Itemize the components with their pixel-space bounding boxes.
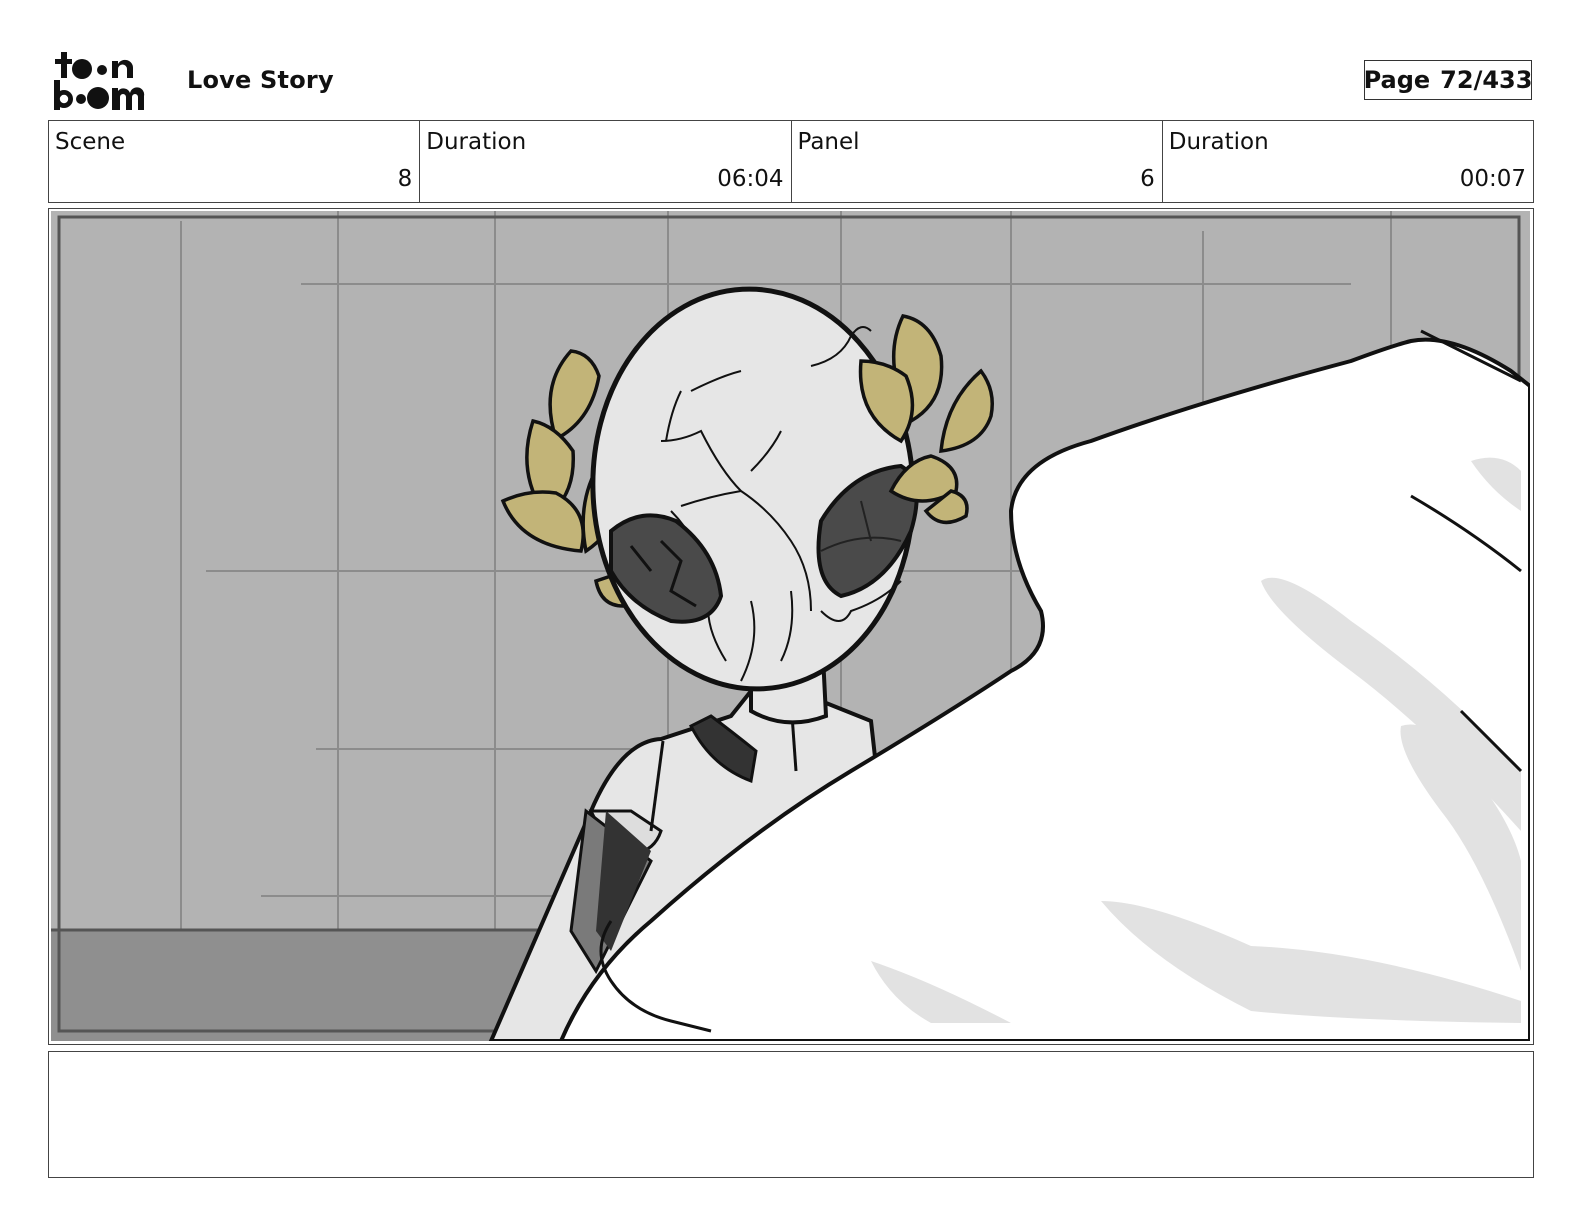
panel-info-row: Scene 8 Duration 06:04 Panel 6 Duration … (48, 120, 1534, 203)
panel-duration-label: Duration (1168, 129, 1269, 155)
scene-label: Scene (55, 129, 126, 155)
panel-label: Panel (797, 129, 860, 155)
page-label: Page (1363, 66, 1431, 94)
panel-value: 6 (1140, 166, 1155, 192)
scene-cell: Scene 8 (49, 121, 421, 202)
panel-drawing (51, 211, 1530, 1041)
scene-duration-cell: Duration 06:04 (420, 121, 792, 202)
page-number: 72/433 (1440, 66, 1533, 94)
scene-duration-value: 06:04 (717, 166, 784, 192)
panel-duration-cell: Duration 00:07 (1163, 121, 1533, 202)
scene-duration-label: Duration (426, 129, 527, 155)
panel-cell: Panel 6 (792, 121, 1163, 202)
toon-boom-logo (54, 52, 145, 110)
page-indicator: Page 72/433 (1364, 60, 1532, 100)
panel-duration-value: 00:07 (1459, 166, 1526, 192)
scene-value: 8 (397, 166, 413, 192)
floor (51, 930, 551, 1041)
project-title: Love Story (187, 66, 334, 94)
panel-notes-box (48, 1051, 1534, 1178)
storyboard-panel (48, 208, 1534, 1045)
